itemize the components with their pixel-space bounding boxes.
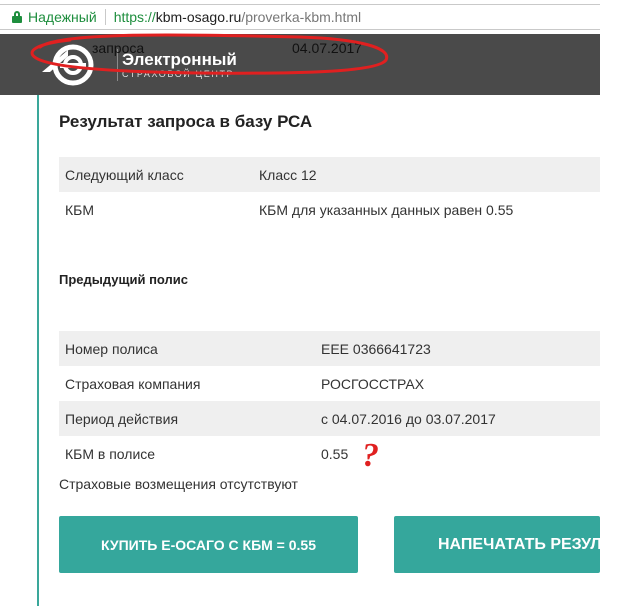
page-right-edge <box>600 34 617 606</box>
scrollbar-track[interactable] <box>600 4 617 30</box>
result-title: Результат запроса в базу РСА <box>59 112 313 131</box>
row-key: Страховая компания <box>65 375 201 392</box>
address-divider <box>104 9 106 25</box>
buy-eosago-button[interactable]: КУПИТЬ Е-ОСАГО С КБМ = 0.55 <box>59 516 358 573</box>
previous-policy-table: Номер полиса ЕЕЕ 0366641723 Страховая ко… <box>59 331 600 471</box>
row-key: Следующий класс <box>59 157 253 192</box>
row-value: с 04.07.2016 до 03.07.2017 <box>315 401 600 436</box>
left-accent-line <box>37 95 39 606</box>
secure-label[interactable]: Надежный <box>28 9 97 25</box>
previous-policy-title: Предыдущий полис <box>59 272 189 287</box>
table-row: Номер полиса ЕЕЕ 0366641723 <box>59 331 600 366</box>
browser-address-bar: Надежный https://kbm-osago.ru/proverka-k… <box>0 0 617 35</box>
request-label: запроса <box>92 40 145 56</box>
lock-icon[interactable] <box>12 11 22 23</box>
result-table: Следующий класс Класс 12 КБМ КБМ для ука… <box>59 157 600 227</box>
url-host: kbm-osago.ru <box>155 9 242 25</box>
site-header: Электронный СТРАХОВОЙ ЦЕНТР запроса 04.0… <box>0 34 600 95</box>
url-field[interactable]: Надежный https://kbm-osago.ru/proverka-k… <box>0 4 601 30</box>
row-value: КБМ для указанных данных равен 0.55 <box>259 201 514 218</box>
row-key: КБМ в полисе <box>65 445 156 462</box>
url-path: /proverka-kbm.html <box>241 9 362 25</box>
table-row: Следующий класс Класс 12 <box>59 157 600 192</box>
print-result-button[interactable]: НАПЕЧАТАТЬ РЕЗУЛ <box>394 516 600 573</box>
table-row: КБМ в полисе 0.55 <box>59 436 600 471</box>
row-value: Класс 12 <box>253 157 600 192</box>
no-claims-note: Страховые возмещения отсутствуют <box>59 476 298 492</box>
row-key: Период действия <box>59 401 315 436</box>
row-value: 0.55 <box>321 445 349 462</box>
table-row: Период действия с 04.07.2016 до 03.07.20… <box>59 401 600 436</box>
url-scheme: https:// <box>113 9 156 25</box>
table-row: КБМ КБМ для указанных данных равен 0.55 <box>59 192 600 227</box>
row-value: РОСГОССТРАХ <box>321 375 425 392</box>
row-key: КБМ <box>65 201 95 218</box>
row-value: ЕЕЕ 0366641723 <box>315 331 600 366</box>
request-date: 04.07.2017 <box>292 40 363 56</box>
table-row: Страховая компания РОСГОССТРАХ <box>59 366 600 401</box>
brand-subtitle: СТРАХОВОЙ ЦЕНТР <box>122 69 235 79</box>
row-key: Номер полиса <box>59 331 315 366</box>
